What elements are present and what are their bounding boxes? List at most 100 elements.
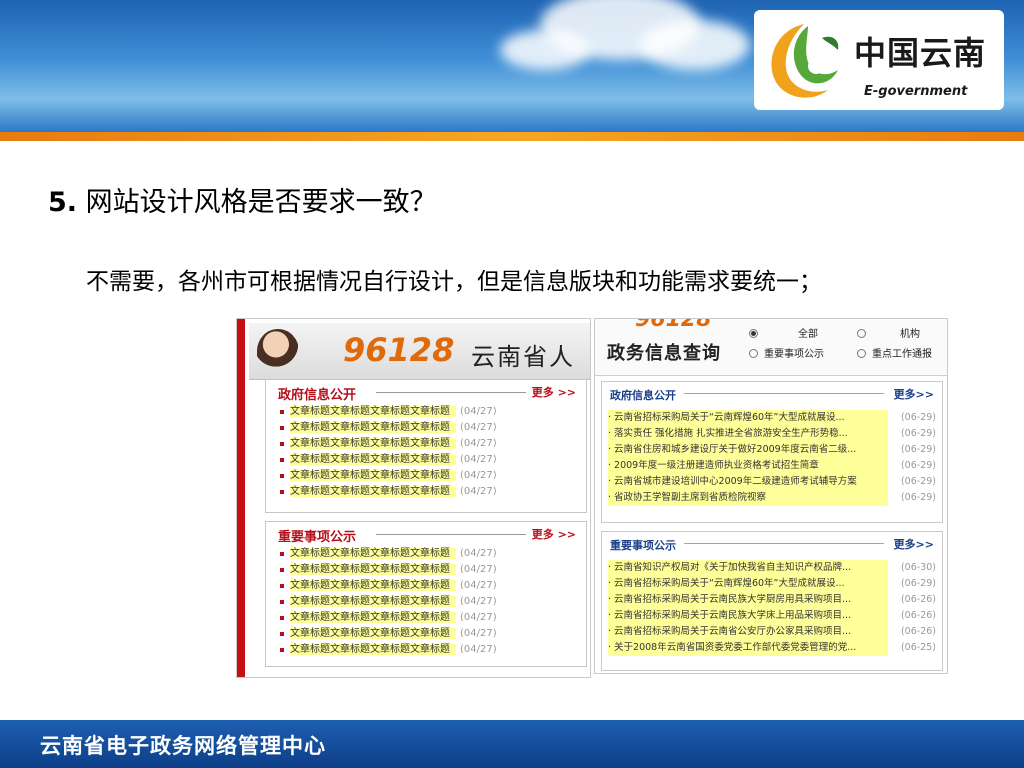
hotline-number: 96128	[343, 331, 455, 369]
right-website-screenshot: 96128 政务信息查询 全部 机构 重要事项公示 重点工作通报 政府信息公开 …	[594, 318, 948, 674]
left-box-gov-info: 政府信息公开 更多 >> 文章标题文章标题文章标题文章标题 (04/27) 文章标题…	[265, 379, 587, 513]
logo-name-cn: 中国云南	[854, 34, 987, 72]
box-divider	[376, 534, 526, 535]
more-link[interactable]: 更多 >>	[532, 526, 576, 542]
article-date: (06-26)	[900, 594, 936, 605]
slide-heading: 5. 网站设计风格是否要求一致？	[48, 180, 437, 219]
article-title: · 关于2008年云南省国资委党委工作部代委党委管理的党...	[608, 640, 888, 656]
box-title: 政府信息公开	[278, 388, 357, 403]
list-item[interactable]: 文章标题文章标题文章标题文章标题 (04/27)	[276, 436, 586, 452]
footer-org-name: 云南省电子政务网络管理中心	[40, 733, 326, 758]
list-item[interactable]: 文章标题文章标题文章标题文章标题 (04/27)	[276, 452, 586, 468]
article-date: (04/27)	[460, 628, 497, 639]
list-item[interactable]: · 云南省招标采购局关于“云南辉煌60年”大型成就展设... (06-29)	[608, 576, 942, 592]
logo: 中国云南 E-government	[754, 10, 1004, 110]
list-item[interactable]: 文章标题文章标题文章标题文章标题 (04/27)	[276, 642, 586, 658]
list-item[interactable]: 文章标题文章标题文章标题文章标题 (04/27)	[276, 626, 586, 642]
bullet-icon	[280, 442, 284, 446]
list-item[interactable]: · 2009年度一级注册建造师执业资格考试招生简章 (06-29)	[608, 458, 942, 474]
article-title: · 云南省城市建设培训中心2009年二级建造师考试辅导方案	[608, 474, 888, 490]
list-item[interactable]: 文章标题文章标题文章标题文章标题 (04/27)	[276, 468, 586, 484]
list-item[interactable]: 文章标题文章标题文章标题文章标题 (04/27)	[276, 578, 586, 594]
article-date: (04/27)	[460, 422, 497, 433]
article-date: (06-29)	[900, 444, 936, 455]
more-link[interactable]: 更多>>	[894, 386, 934, 402]
list-item[interactable]: 文章标题文章标题文章标题文章标题 (04/27)	[276, 404, 586, 420]
left-website-screenshot: 96128 云南省人民 政府信息公开 更多 >> 文章标题文章标题文章标题文章标…	[236, 318, 591, 678]
bullet-icon	[280, 568, 284, 572]
list-item[interactable]: · 落实责任 强化措施 扎实推进全省旅游安全生产形势稳... (06-29)	[608, 426, 942, 442]
article-title: · 云南省招标采购局关于云南省公安厅办公家具采购项目...	[608, 624, 888, 640]
list-item[interactable]: · 云南省招标采购局关于云南省公安厅办公家具采购项目... (06-26)	[608, 624, 942, 640]
radio-unchecked-icon	[857, 329, 866, 338]
article-date: (04/27)	[460, 612, 497, 623]
article-date: (06-29)	[900, 476, 936, 487]
bullet-icon	[280, 474, 284, 478]
article-title: · 2009年度一级注册建造师执业资格考试招生简章	[608, 458, 888, 474]
article-date: (06-29)	[900, 428, 936, 439]
more-link[interactable]: 更多>>	[894, 536, 934, 552]
list-item[interactable]: · 云南省知识产权局对《关于加快我省自主知识产权品牌... (06-30)	[608, 560, 942, 576]
article-title: 文章标题文章标题文章标题文章标题	[290, 470, 456, 481]
article-title: · 云南省招标采购局关于“云南辉煌60年”大型成就展设...	[608, 576, 888, 592]
article-date: (04/27)	[460, 454, 497, 465]
article-date: (04/27)	[460, 644, 497, 655]
list-item[interactable]: · 云南省招标采购局关于云南民族大学厨房用具采购项目... (06-26)	[608, 592, 942, 608]
more-link[interactable]: 更多 >>	[532, 384, 576, 400]
article-title: 文章标题文章标题文章标题文章标题	[290, 406, 456, 417]
hotline-banner: 96128 云南省人民	[249, 323, 590, 406]
box-divider	[376, 392, 526, 393]
list-item[interactable]: · 云南省住房和城乡建设厅关于做好2009年度云南省二级... (06-29)	[608, 442, 942, 458]
article-title: 文章标题文章标题文章标题文章标题	[290, 612, 456, 623]
right-box-important: 重要事项公示 更多>> · 云南省知识产权局对《关于加快我省自主知识产权品牌..…	[601, 531, 943, 671]
article-title: 文章标题文章标题文章标题文章标题	[290, 454, 456, 465]
article-title: 文章标题文章标题文章标题文章标题	[290, 486, 456, 497]
article-date: (04/27)	[460, 580, 497, 591]
box-title: 重要事项公示	[610, 539, 676, 552]
article-date: (06-29)	[900, 492, 936, 503]
top-banner: 中国云南 E-government	[0, 0, 1024, 132]
heading-text: 网站设计风格是否要求一致？	[85, 187, 437, 218]
bullet-icon	[280, 426, 284, 430]
article-title: · 省政协王学智副主席到省质检院视察	[608, 490, 888, 506]
radio-all[interactable]: 全部	[749, 325, 818, 340]
radio-unchecked-icon	[749, 349, 758, 358]
article-date: (06-29)	[900, 460, 936, 471]
radio-key-work[interactable]: 重点工作通报	[857, 345, 932, 360]
list-item[interactable]: 文章标题文章标题文章标题文章标题 (04/27)	[276, 484, 586, 500]
article-date: (04/27)	[460, 596, 497, 607]
cloud-decoration	[640, 20, 750, 70]
list-item[interactable]: 文章标题文章标题文章标题文章标题 (04/27)	[276, 420, 586, 436]
bullet-icon	[280, 648, 284, 652]
article-date: (06-25)	[900, 642, 936, 653]
bullet-icon	[280, 600, 284, 604]
cloud-decoration	[500, 30, 590, 70]
heading-number: 5.	[48, 187, 78, 218]
article-date: (06-29)	[900, 578, 936, 589]
list-item[interactable]: · 关于2008年云南省国资委党委工作部代委党委管理的党... (06-25)	[608, 640, 942, 656]
bullet-icon	[280, 584, 284, 588]
list-item[interactable]: · 云南省招标采购局关于“云南辉煌60年”大型成就展设... (06-29)	[608, 410, 942, 426]
list-item[interactable]: 文章标题文章标题文章标题文章标题 (04/27)	[276, 610, 586, 626]
box-divider	[684, 393, 884, 394]
list-item[interactable]: 文章标题文章标题文章标题文章标题 (04/27)	[276, 562, 586, 578]
list-item[interactable]: · 云南省招标采购局关于云南民族大学床上用品采购项目... (06-26)	[608, 608, 942, 624]
red-stripe	[237, 319, 245, 677]
article-title: 文章标题文章标题文章标题文章标题	[290, 564, 456, 575]
article-date: (04/27)	[460, 406, 497, 417]
bullet-icon	[280, 410, 284, 414]
radio-org[interactable]: 机构	[857, 325, 920, 340]
article-title: 文章标题文章标题文章标题文章标题	[290, 596, 456, 607]
logo-name-en: E-government	[864, 84, 968, 99]
list-item[interactable]: · 云南省城市建设培训中心2009年二级建造师考试辅导方案 (06-29)	[608, 474, 942, 490]
list-item[interactable]: · 省政协王学智副主席到省质检院视察 (06-29)	[608, 490, 942, 506]
list-item[interactable]: 文章标题文章标题文章标题文章标题 (04/27)	[276, 594, 586, 610]
article-title: · 落实责任 强化措施 扎实推进全省旅游安全生产形势稳...	[608, 426, 888, 442]
slide-paragraph: 不需要，各州市可根据情况自行设计，但是信息版块和功能需求要统一；	[86, 269, 822, 295]
radio-important[interactable]: 重要事项公示	[749, 345, 824, 360]
article-date: (06-26)	[900, 626, 936, 637]
list-item[interactable]: 文章标题文章标题文章标题文章标题 (04/27)	[276, 546, 586, 562]
article-title: · 云南省知识产权局对《关于加快我省自主知识产权品牌...	[608, 560, 888, 576]
article-date: (06-30)	[900, 562, 936, 573]
article-title: · 云南省招标采购局关于云南民族大学厨房用具采购项目...	[608, 592, 888, 608]
